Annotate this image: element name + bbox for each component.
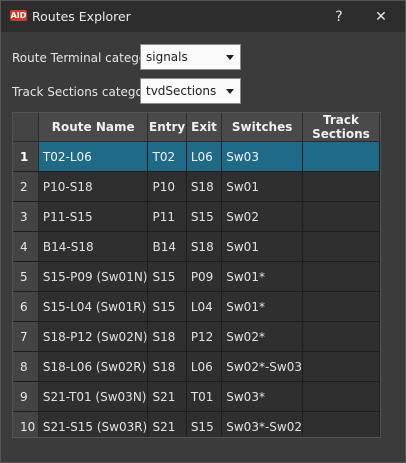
cell-entry[interactable]: S18: [147, 321, 187, 352]
close-button[interactable]: ✕: [361, 1, 401, 32]
cell-switches[interactable]: Sw02*-Sw03: [221, 351, 303, 382]
cell-track-sections[interactable]: [302, 171, 380, 202]
table-row[interactable]: 10 S21-S15 (Sw03R) S21 S15 Sw03*-Sw02: [13, 411, 380, 437]
table-row[interactable]: 7 S18-P12 (Sw02N) S18 P12 Sw02*: [13, 321, 380, 352]
row-header[interactable]: 5: [13, 261, 39, 292]
window-title: Routes Explorer: [32, 9, 131, 24]
cell-exit[interactable]: S15: [186, 411, 223, 437]
column-header-switches[interactable]: Switches: [221, 113, 303, 142]
table-row[interactable]: 9 S21-T01 (Sw03N) S21 T01 Sw03*: [13, 381, 380, 412]
cell-route-name[interactable]: P10-S18: [38, 171, 149, 202]
cell-switches[interactable]: Sw01: [221, 231, 303, 262]
row-header[interactable]: 1: [13, 141, 39, 172]
route-terminal-category-label: Route Terminal category: [12, 51, 159, 65]
cell-route-name[interactable]: P11-S15: [38, 201, 149, 232]
cell-route-name[interactable]: B14-S18: [38, 231, 149, 262]
cell-switches[interactable]: Sw03: [221, 141, 303, 172]
table-row[interactable]: 2 P10-S18 P10 S18 Sw01: [13, 171, 380, 202]
column-header-route-name[interactable]: Route Name: [38, 113, 149, 142]
cell-route-name[interactable]: T02-L06: [38, 141, 149, 172]
track-sections-category-label: Track Sections category: [12, 85, 155, 99]
chevron-down-icon: [226, 89, 234, 94]
table-row[interactable]: 6 S15-L04 (Sw01R) S15 L04 Sw01*: [13, 291, 380, 322]
cell-entry[interactable]: S18: [147, 351, 187, 382]
cell-switches[interactable]: Sw03*: [221, 381, 303, 412]
row-header[interactable]: 4: [13, 231, 39, 262]
row-header[interactable]: 10: [13, 411, 39, 437]
table-row[interactable]: 5 S15-P09 (Sw01N) S15 P09 Sw01*: [13, 261, 380, 292]
cell-switches[interactable]: Sw01*: [221, 291, 303, 322]
cell-route-name[interactable]: S15-P09 (Sw01N): [38, 261, 149, 292]
cell-exit[interactable]: S15: [186, 201, 223, 232]
cell-track-sections[interactable]: [302, 291, 380, 322]
column-header-track-sections[interactable]: Track Sections: [302, 113, 380, 142]
routes-table: Route Name Entry Exit Switches Track Sec…: [12, 112, 381, 438]
cell-switches[interactable]: Sw02*: [221, 321, 303, 352]
cell-switches[interactable]: Sw03*-Sw02: [221, 411, 303, 437]
cell-track-sections[interactable]: [302, 261, 380, 292]
cell-exit[interactable]: S18: [186, 171, 223, 202]
cell-track-sections[interactable]: [302, 351, 380, 382]
cell-entry[interactable]: S21: [147, 411, 187, 437]
cell-exit[interactable]: P12: [186, 321, 223, 352]
cell-entry[interactable]: S15: [147, 261, 187, 292]
chevron-down-icon: [226, 55, 234, 60]
help-button[interactable]: ?: [319, 1, 359, 32]
cell-switches[interactable]: Sw01: [221, 171, 303, 202]
title-bar: AID Routes Explorer ? ✕: [1, 1, 405, 32]
column-header-entry[interactable]: Entry: [147, 113, 187, 142]
cell-track-sections[interactable]: [302, 201, 380, 232]
cell-exit[interactable]: P09: [186, 261, 223, 292]
cell-track-sections[interactable]: [302, 321, 380, 352]
cell-track-sections[interactable]: [302, 381, 380, 412]
cell-track-sections[interactable]: [302, 231, 380, 262]
cell-entry[interactable]: P10: [147, 171, 187, 202]
cell-route-name[interactable]: S21-T01 (Sw03N): [38, 381, 149, 412]
row-header[interactable]: 3: [13, 201, 39, 232]
route-terminal-category-dropdown[interactable]: signals: [140, 44, 241, 70]
cell-exit[interactable]: L06: [186, 141, 223, 172]
cell-route-name[interactable]: S18-L06 (Sw02R): [38, 351, 149, 382]
cell-route-name[interactable]: S15-L04 (Sw01R): [38, 291, 149, 322]
cell-track-sections[interactable]: [302, 411, 380, 437]
cell-exit[interactable]: S18: [186, 231, 223, 262]
cell-entry[interactable]: T02: [147, 141, 187, 172]
cell-exit[interactable]: L06: [186, 351, 223, 382]
cell-entry[interactable]: P11: [147, 201, 187, 232]
table-row[interactable]: 8 S18-L06 (Sw02R) S18 L06 Sw02*-Sw03: [13, 351, 380, 382]
cell-entry[interactable]: S21: [147, 381, 187, 412]
table-row[interactable]: 4 B14-S18 B14 S18 Sw01: [13, 231, 380, 262]
cell-exit[interactable]: L04: [186, 291, 223, 322]
cell-track-sections[interactable]: [302, 141, 380, 172]
table-header-row: Route Name Entry Exit Switches Track Sec…: [13, 113, 380, 142]
row-header[interactable]: 7: [13, 321, 39, 352]
route-terminal-category-value: signals: [146, 50, 188, 64]
row-header[interactable]: 8: [13, 351, 39, 382]
app-icon: AID: [10, 10, 27, 21]
cell-switches[interactable]: Sw02: [221, 201, 303, 232]
cell-entry[interactable]: B14: [147, 231, 187, 262]
cell-route-name[interactable]: S18-P12 (Sw02N): [38, 321, 149, 352]
cell-exit[interactable]: T01: [186, 381, 223, 412]
cell-entry[interactable]: S15: [147, 291, 187, 322]
cell-route-name[interactable]: S21-S15 (Sw03R): [38, 411, 149, 437]
track-sections-category-value: tvdSections: [146, 84, 217, 98]
track-sections-category-dropdown[interactable]: tvdSections: [140, 78, 241, 104]
cell-switches[interactable]: Sw01*: [221, 261, 303, 292]
row-header[interactable]: 9: [13, 381, 39, 412]
column-header-exit[interactable]: Exit: [186, 113, 223, 142]
row-header[interactable]: 6: [13, 291, 39, 322]
routes-explorer-dialog: AID Routes Explorer ? ✕ Route Terminal c…: [0, 0, 406, 463]
table-row[interactable]: 1 T02-L06 T02 L06 Sw03: [13, 141, 380, 172]
table-corner-button[interactable]: [13, 113, 39, 142]
row-header[interactable]: 2: [13, 171, 39, 202]
table-row[interactable]: 3 P11-S15 P11 S15 Sw02: [13, 201, 380, 232]
